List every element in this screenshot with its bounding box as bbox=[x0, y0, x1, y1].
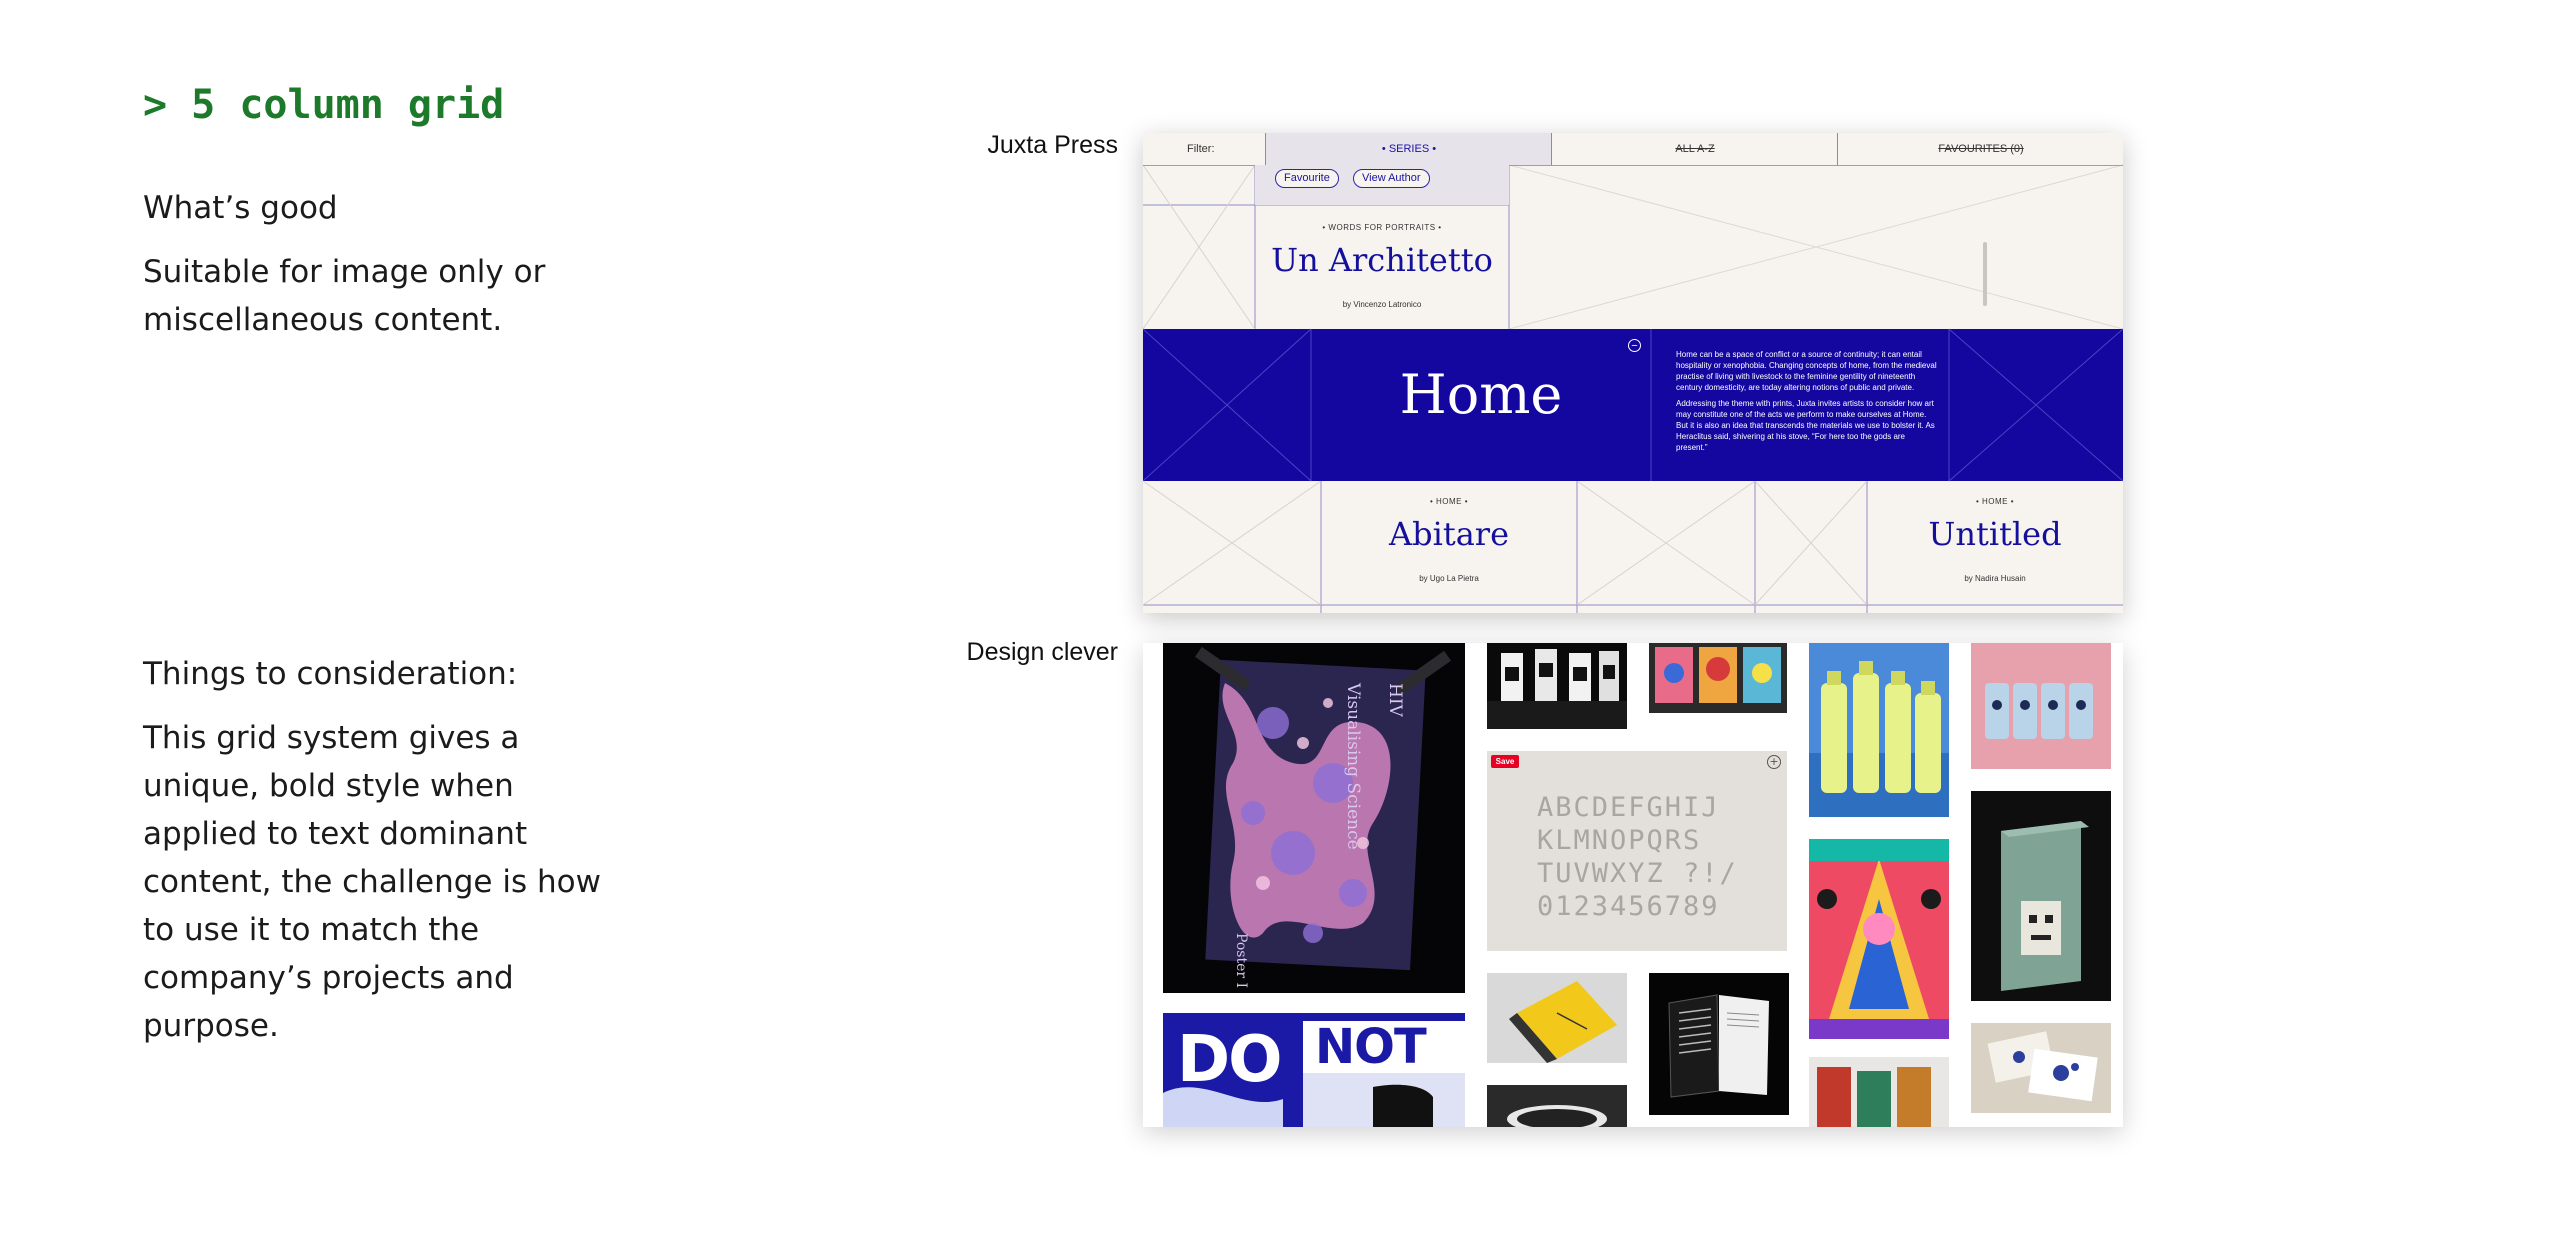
alphabet-line: KLMNOPQRS bbox=[1537, 825, 1702, 856]
zoom-icon[interactable]: + bbox=[1767, 755, 1781, 769]
cans-image[interactable] bbox=[1971, 643, 2111, 769]
section-heading: > 5 column grid bbox=[143, 82, 505, 128]
considerations-line: to use it to match the bbox=[143, 912, 480, 948]
yellow-book-image[interactable] bbox=[1487, 973, 1627, 1063]
juxta-press-screenshot: Filter: • SERIES • ALL A-Z FAVOURITES (0… bbox=[1143, 133, 2123, 613]
colorful-poster-art bbox=[1809, 839, 1949, 1039]
cans-art bbox=[1971, 643, 2111, 769]
view-author-button[interactable]: View Author bbox=[1353, 169, 1430, 188]
posters-art bbox=[1655, 647, 1781, 703]
open-book-art bbox=[1668, 994, 1769, 1098]
book-author: by Vincenzo Latronico bbox=[1342, 300, 1422, 309]
considerations-title: Things to consideration: bbox=[143, 656, 518, 692]
whats-good-line: miscellaneous content. bbox=[143, 302, 503, 338]
book-kicker: • HOME • bbox=[1975, 497, 2015, 506]
considerations-line: unique, bold style when bbox=[143, 768, 514, 804]
home-paragraph: Home can be a space of conflict or a sou… bbox=[1676, 350, 1937, 392]
lemonade-bottles-image[interactable] bbox=[1809, 643, 1949, 817]
book-title[interactable]: Untitled bbox=[1867, 515, 2123, 553]
poster-title: Visualising Science bbox=[1343, 683, 1363, 850]
favourite-button[interactable]: Favourite bbox=[1275, 169, 1339, 188]
tea-boxes-art bbox=[1817, 1067, 1931, 1127]
posters-image[interactable] bbox=[1649, 643, 1787, 713]
stationery-art bbox=[1971, 1023, 2111, 1113]
typeface-specimen-image[interactable]: Save + ABCDEFGHIJ KLMNOPQRS TUVWXYZ ?!/ … bbox=[1487, 751, 1787, 951]
yellow-book-art bbox=[1487, 973, 1627, 1063]
considerations-line: company’s projects and bbox=[143, 960, 514, 996]
book-author: by Nadira Husain bbox=[1964, 574, 2026, 583]
not-text: NOT bbox=[1315, 1019, 1427, 1075]
open-book-image[interactable] bbox=[1649, 973, 1789, 1115]
do-text: DO bbox=[1177, 1023, 1283, 1097]
whats-good-text: Suitable for image only or miscellaneous… bbox=[143, 248, 545, 344]
design-clever-screenshot: Visualising Science HIV Poster I DO NOT … bbox=[1143, 643, 2123, 1127]
whats-good-line: Suitable for image only or bbox=[143, 254, 546, 290]
tab-favourites[interactable]: FAVOURITES (0) bbox=[1837, 133, 2123, 165]
pattern-cup-art bbox=[1507, 1105, 1607, 1127]
green-box-art bbox=[1971, 791, 2111, 1001]
book-author: by Ugo La Pietra bbox=[1419, 574, 1479, 583]
book-kicker: • WORDS FOR PORTRAITS • bbox=[1322, 223, 1442, 232]
alphabet-line: TUVWXYZ ?!/ bbox=[1537, 858, 1738, 889]
home-title: Home bbox=[1399, 363, 1563, 426]
lemonade-bottles-art bbox=[1809, 643, 1949, 817]
alphabet-line: ABCDEFGHIJ bbox=[1537, 792, 1720, 823]
poster-number: Poster I bbox=[1233, 933, 1249, 989]
home-description: Home can be a space of conflict or a sou… bbox=[1676, 349, 1938, 458]
juxta-scrollbar[interactable] bbox=[1983, 242, 1987, 306]
alphabet-specimen: ABCDEFGHIJ KLMNOPQRS TUVWXYZ ?!/ 0123456… bbox=[1537, 791, 1738, 923]
science-poster-image[interactable]: Visualising Science HIV Poster I bbox=[1163, 643, 1465, 993]
filter-label: Filter: bbox=[1187, 143, 1215, 155]
colorful-poster-image[interactable] bbox=[1809, 839, 1949, 1039]
considerations-text: This grid system gives a unique, bold st… bbox=[143, 714, 601, 1050]
save-badge[interactable]: Save bbox=[1491, 755, 1519, 768]
considerations-line: purpose. bbox=[143, 1008, 279, 1044]
alphabet-line: 0123456789 bbox=[1537, 891, 1720, 922]
juxta-filter-bar: Filter: • SERIES • ALL A-Z FAVOURITES (0… bbox=[1143, 133, 2123, 166]
do-not-poster-image[interactable]: DO NOT bbox=[1163, 1013, 1465, 1127]
tab-series[interactable]: • SERIES • bbox=[1265, 133, 1552, 165]
poster-art bbox=[1194, 646, 1452, 971]
book-kicker: • HOME • bbox=[1429, 497, 1469, 506]
pattern-cup-image[interactable] bbox=[1487, 1085, 1627, 1127]
poster-subtitle: HIV bbox=[1385, 683, 1405, 717]
home-paragraph: Addressing the theme with prints, Juxta … bbox=[1676, 399, 1935, 452]
whats-good-title: What’s good bbox=[143, 190, 338, 226]
book-title[interactable]: Un Architetto bbox=[1255, 241, 1509, 279]
design-clever-label: Design clever bbox=[966, 638, 1118, 666]
considerations-line: applied to text dominant bbox=[143, 816, 528, 852]
packaging-image[interactable] bbox=[1487, 643, 1627, 729]
tea-boxes-image[interactable] bbox=[1809, 1057, 1949, 1127]
tab-all-a-z[interactable]: ALL A-Z bbox=[1551, 133, 1838, 165]
packaging-art bbox=[1487, 649, 1627, 729]
juxta-press-label: Juxta Press bbox=[987, 131, 1118, 159]
collapse-icon[interactable]: − bbox=[1628, 339, 1641, 352]
considerations-line: content, the challenge is how bbox=[143, 864, 601, 900]
green-box-image[interactable] bbox=[1971, 791, 2111, 1001]
considerations-line: This grid system gives a bbox=[143, 720, 520, 756]
book-title[interactable]: Abitare bbox=[1321, 515, 1577, 553]
stationery-image[interactable] bbox=[1971, 1023, 2111, 1113]
